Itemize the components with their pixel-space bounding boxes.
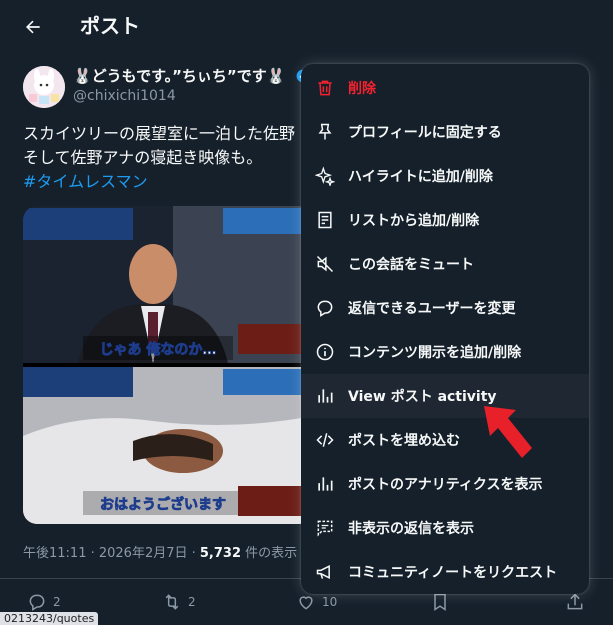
like-button[interactable]: 10: [296, 592, 337, 612]
menu-item-label: ポストを埋め込む: [348, 433, 460, 449]
heart-icon: [299, 596, 313, 610]
reply-button[interactable]: 2: [27, 592, 61, 612]
menu-item-reply-settings[interactable]: 返信できるユーザーを変更: [301, 286, 589, 330]
sparkle-icon: [315, 166, 335, 186]
menu-item-label: 削除: [348, 81, 376, 97]
hidden-replies-icon: [317, 520, 333, 537]
menu-item-label: コンテンツ開示を追加/削除: [348, 345, 522, 361]
info-icon: [316, 343, 334, 361]
embed-code-icon: [316, 433, 334, 447]
view-count: 5,732: [199, 546, 242, 561]
pin-icon: [318, 123, 332, 140]
caption-banner-top: [223, 208, 311, 234]
retweet-icon: [165, 594, 179, 610]
share-button[interactable]: [565, 592, 585, 612]
trash-icon: [318, 80, 332, 96]
analytics-bars-icon: [318, 477, 333, 491]
annotation-arrow-icon: [484, 406, 532, 458]
avatar[interactable]: [23, 66, 65, 108]
post-options-menu: 削除 プロフィールに固定する ハイライトに追加/削除 リストから追加/削除 この…: [301, 64, 589, 594]
menu-item-label: 非表示の返信を表示: [348, 521, 474, 537]
tweet-media[interactable]: じゃあ 俺なのか… おはようございます: [23, 206, 313, 524]
reply-icon: [29, 594, 45, 611]
bookmark-button[interactable]: [430, 592, 450, 612]
status-bar-url: 0213243/quotes: [0, 612, 99, 625]
reply-count: 2: [53, 595, 61, 609]
activity-bars-icon: [318, 389, 333, 403]
megaphone-icon: [316, 564, 330, 580]
page-title: ポスト: [80, 14, 140, 38]
tweet-text: スカイツリーの展望室に一泊した佐野 そして佐野アナの寝起き映像も。 #タイムレス…: [23, 122, 323, 194]
menu-item-label: この会話をミュート: [348, 257, 474, 273]
menu-item-highlight[interactable]: ハイライトに追加/削除: [301, 154, 589, 198]
view-count-suffix: 件の表示: [241, 546, 298, 561]
show-logo-top: [23, 208, 133, 240]
menu-item-label: リストから追加/削除: [348, 213, 480, 229]
menu-item-analytics[interactable]: ポストのアナリティクスを表示: [301, 462, 589, 506]
author-display-name[interactable]: 🐰どうもです。”ちぃち”です🐰: [73, 66, 285, 86]
menu-item-label: View ポスト activity: [348, 389, 497, 405]
menu-item-hidden-replies[interactable]: 非表示の返信を表示: [301, 506, 589, 550]
menu-item-label: ポストのアナリティクスを表示: [348, 477, 543, 493]
list-icon: [318, 211, 332, 229]
retweet-button[interactable]: 2: [162, 592, 196, 612]
bookmark-icon: [434, 593, 446, 611]
tweet-meta: 午後11:11 · 2026年2月7日 · 5,732 件の表示: [23, 542, 303, 561]
author-handle[interactable]: @chixichi1014: [73, 87, 176, 105]
tweet-line-1: スカイツリーの展望室に一泊した佐野: [23, 124, 296, 143]
subtitle-bottom: おはようございます: [100, 496, 226, 513]
mute-icon: [316, 255, 334, 273]
subtitle-top: じゃあ 俺なのか…: [100, 341, 217, 358]
menu-item-label: ハイライトに追加/削除: [348, 169, 493, 185]
menu-item-delete[interactable]: 削除: [301, 66, 589, 110]
tweet-line-2: そして佐野アナの寝起き映像も。: [23, 148, 263, 167]
like-count: 10: [322, 595, 338, 609]
share-icon: [567, 593, 583, 610]
menu-item-pin[interactable]: プロフィールに固定する: [301, 110, 589, 154]
menu-item-mute[interactable]: この会話をミュート: [301, 242, 589, 286]
retweet-count: 2: [188, 595, 196, 609]
menu-item-embed[interactable]: ポストを埋め込む: [301, 418, 589, 462]
menu-item-label: プロフィールに固定する: [348, 125, 502, 141]
menu-item-label: コミュニティノートをリクエスト: [348, 565, 558, 581]
back-button[interactable]: [18, 12, 48, 42]
timestamp[interactable]: 午後11:11 · 2026年2月7日 ·: [23, 546, 200, 561]
menu-item-list[interactable]: リストから追加/削除: [301, 198, 589, 242]
menu-item-content-disclosure[interactable]: コンテンツ開示を追加/削除: [301, 330, 589, 374]
menu-item-view-activity[interactable]: View ポスト activity: [301, 374, 589, 418]
menu-item-community-note[interactable]: コミュニティノートをリクエスト: [301, 550, 589, 594]
hashtag-link[interactable]: #タイムレスマン: [23, 170, 323, 194]
arrow-left-icon: [26, 20, 40, 34]
reply-bubble-icon: [317, 300, 333, 317]
menu-item-label: 返信できるユーザーを変更: [348, 301, 516, 317]
header-bar: ポスト: [0, 0, 613, 52]
